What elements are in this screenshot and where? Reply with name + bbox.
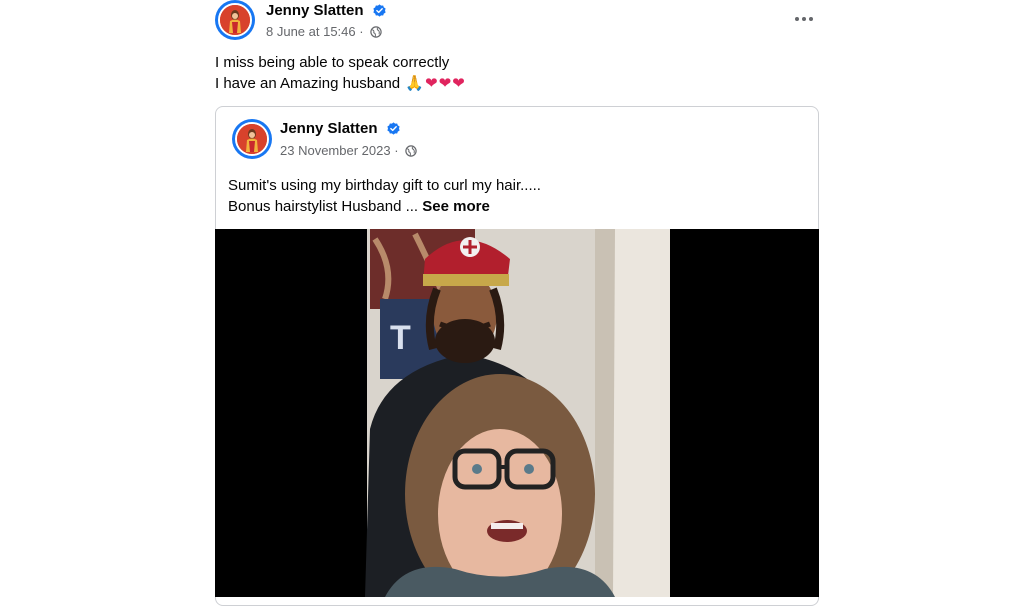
author-name[interactable]: Jenny Slatten xyxy=(266,2,386,19)
post-text-line-2: I have an Amazing husband 🙏❤❤❤ xyxy=(215,73,465,94)
more-options-button[interactable] xyxy=(787,4,821,34)
more-options-dot xyxy=(809,17,813,21)
shared-post-meta: 23 November 2023 · xyxy=(280,143,417,158)
more-options-icon xyxy=(795,17,799,21)
author-name-text[interactable]: Jenny Slatten xyxy=(266,2,364,19)
shared-author-name[interactable]: Jenny Slatten xyxy=(280,120,400,137)
facebook-post: Jenny Slatten 8 June at 15:46 · I miss b… xyxy=(0,0,1024,606)
see-more-link[interactable]: See more xyxy=(422,198,490,215)
shared-author-avatar[interactable] xyxy=(232,119,272,159)
shared-post-timestamp[interactable]: 23 November 2023 xyxy=(280,143,391,158)
svg-text:T: T xyxy=(390,319,411,357)
post-timestamp[interactable]: 8 June at 15:46 xyxy=(266,24,356,39)
avatar-image xyxy=(235,122,269,156)
author-avatar[interactable] xyxy=(215,0,255,40)
globe-icon xyxy=(405,145,417,157)
meta-separator: · xyxy=(359,24,364,39)
video-thumbnail: T xyxy=(215,229,819,597)
verified-badge-icon xyxy=(387,122,400,135)
heart-emoji: ❤ xyxy=(438,74,452,92)
globe-icon xyxy=(370,26,382,38)
post-meta: 8 June at 15:46 · xyxy=(266,24,382,39)
praying-hands-emoji: 🙏 xyxy=(405,74,424,92)
post-text: I miss being able to speak correctly I h… xyxy=(215,52,465,94)
shared-text-line-2-text: Bonus hairstylist Husband ... xyxy=(228,198,419,215)
post-text-line-2-text: I have an Amazing husband xyxy=(215,75,401,92)
avatar-image xyxy=(218,3,252,37)
verified-badge-icon xyxy=(373,4,386,17)
meta-separator: · xyxy=(394,143,399,158)
video-player[interactable]: T xyxy=(215,229,819,597)
heart-emoji: ❤ xyxy=(452,74,465,92)
heart-emoji: ❤ xyxy=(425,74,438,92)
shared-author-name-text[interactable]: Jenny Slatten xyxy=(280,120,378,137)
shared-text-line-1: Sumit's using my birthday gift to curl m… xyxy=(228,177,541,194)
more-options-dot xyxy=(802,17,806,21)
shared-post-text: Sumit's using my birthday gift to curl m… xyxy=(228,175,541,217)
shared-text-line-2: Bonus hairstylist Husband ... See more xyxy=(228,196,541,217)
post-text-line-1: I miss being able to speak correctly xyxy=(215,54,450,71)
